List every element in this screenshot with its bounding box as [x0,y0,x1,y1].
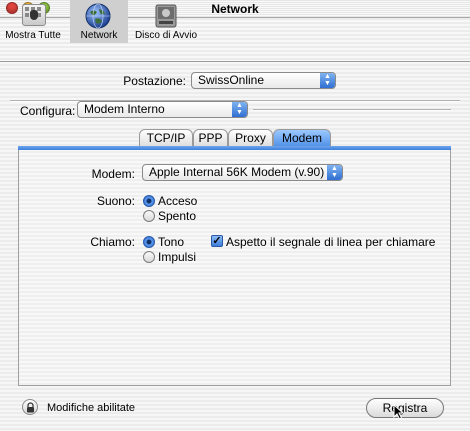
globe-icon [85,3,111,29]
location-popup[interactable]: SwissOnline ▲ ▼ [191,72,336,89]
sound-off-radio[interactable] [143,210,155,222]
checkmark-icon: ✓ [212,235,222,247]
tab-tcpip[interactable]: TCP/IP [139,129,193,147]
toolbar-show-all-button[interactable]: Mostra Tutte [0,0,66,43]
panel-accent-bar [18,146,451,150]
divider [253,109,451,111]
updown-arrows-icon: ▲ ▼ [320,73,335,88]
toolbar-startup-disk-button[interactable]: Disco di Avvio [132,0,200,43]
wait-dialtone-checkbox[interactable]: ✓ [211,235,223,247]
sound-on-label: Acceso [158,194,198,208]
sound-label: Suono: [96,194,135,208]
configure-popup[interactable]: Modem Interno ▲ ▼ [77,101,248,118]
wait-dialtone-label: Aspetto il segnale di linea per chiamare [226,235,436,249]
location-value: SwissOnline [198,73,265,87]
tab-ppp[interactable]: PPP [193,129,228,147]
lock-button[interactable] [22,399,38,415]
modem-label: Modem: [91,167,135,181]
sound-off-label: Spento [158,209,197,223]
configure-value: Modem Interno [84,102,165,116]
lock-status-text: Modifiche abilitate [47,402,136,414]
configure-label: Configura: [20,104,76,118]
apple-grid-icon [22,4,46,26]
lock-icon [27,402,34,413]
toolbar-item-label: Network [80,30,118,41]
sound-on-radio[interactable] [143,195,155,207]
toolbar-item-label: Mostra Tutte [5,30,61,41]
dial-pulse-radio[interactable] [143,251,155,263]
tab-modem[interactable]: Modem [273,129,331,147]
save-button[interactable]: Registra [366,398,444,418]
toolbar-item-label: Disco di Avvio [134,30,198,41]
dial-label: Chiamo: [90,235,135,249]
modem-value: Apple Internal 56K Modem (v.90) [149,165,325,179]
toolbar-network-button[interactable]: Network [70,0,128,43]
modem-panel [18,146,451,386]
location-label: Postazione: [123,74,186,88]
dial-tone-radio[interactable] [143,236,155,248]
tab-proxy[interactable]: Proxy [228,129,273,147]
modem-popup[interactable]: Apple Internal 56K Modem (v.90) ▲ ▼ [142,164,343,181]
dial-pulse-label: Impulsi [158,250,197,264]
dial-tone-label: Tono [158,235,185,249]
mouse-pointer-icon [393,404,405,420]
updown-arrows-icon: ▲ ▼ [232,102,247,117]
disk-icon [155,4,177,28]
updown-arrows-icon: ▲ ▼ [327,165,342,180]
